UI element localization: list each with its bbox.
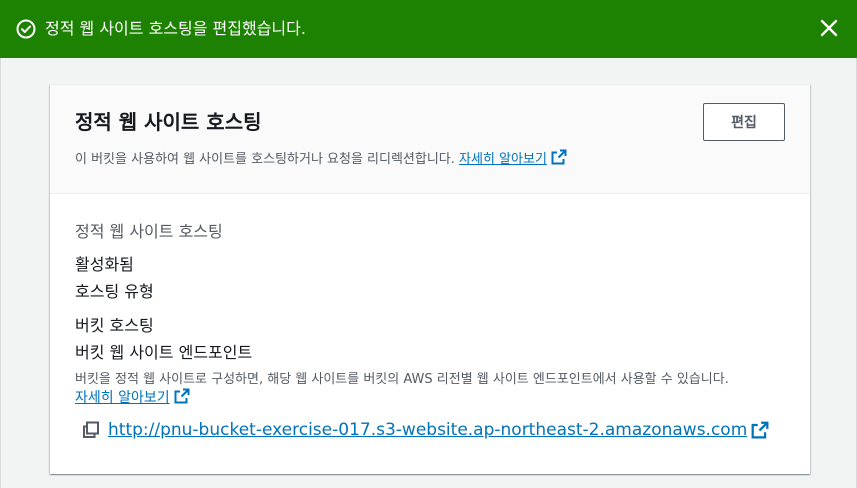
- left-divider: [0, 58, 1, 488]
- panel-title: 정적 웹 사이트 호스팅: [75, 110, 262, 134]
- learn-more-link[interactable]: 자세히 알아보기: [459, 152, 547, 167]
- endpoint-url-link[interactable]: http://pnu-bucket-exercise-017.s3-websit…: [108, 420, 747, 440]
- panel-description: 이 버킷을 사용하여 웹 사이트를 호스팅하거나 요청을 리디렉션합니다. 자세…: [75, 149, 567, 169]
- external-link-icon[interactable]: [551, 149, 567, 165]
- endpoint-label: 버킷 웹 사이트 엔드포인트: [75, 343, 253, 362]
- panel-description-text: 이 버킷을 사용하여 웹 사이트를 호스팅하거나 요청을 리디렉션합니다.: [75, 152, 455, 167]
- endpoint-learn-more-link[interactable]: 자세히 알아보기: [75, 390, 170, 406]
- learn-more-label: 자세히 알아보기: [459, 152, 547, 167]
- check-circle-icon: [16, 19, 36, 39]
- endpoint-url-row: http://pnu-bucket-exercise-017.s3-websit…: [82, 420, 769, 440]
- hosting-status-label: 정적 웹 사이트 호스팅: [75, 222, 223, 241]
- hosting-type-value: 버킷 호스팅: [75, 316, 154, 335]
- copy-icon[interactable]: [82, 421, 100, 439]
- close-icon[interactable]: [819, 18, 839, 38]
- edit-button[interactable]: 편집: [703, 103, 785, 141]
- external-link-icon[interactable]: [751, 421, 769, 439]
- success-flash-banner: 정적 웹 사이트 호스팅을 편집했습니다.: [0, 0, 857, 58]
- endpoint-learn-more-label: 자세히 알아보기: [75, 390, 170, 406]
- flash-message: 정적 웹 사이트 호스팅을 편집했습니다.: [45, 19, 306, 38]
- external-link-icon[interactable]: [174, 388, 190, 404]
- hosting-status-value: 활성화됨: [75, 255, 134, 274]
- endpoint-learn-more: 자세히 알아보기: [75, 387, 190, 407]
- panel-header: 정적 웹 사이트 호스팅 이 버킷을 사용하여 웹 사이트를 호스팅하거나 요청…: [50, 85, 810, 194]
- hosting-type-label: 호스팅 유형: [75, 282, 154, 301]
- static-website-hosting-panel: 정적 웹 사이트 호스팅 이 버킷을 사용하여 웹 사이트를 호스팅하거나 요청…: [50, 84, 810, 474]
- endpoint-help-text: 버킷을 정적 웹 사이트로 구성하면, 해당 웹 사이트를 버킷의 AWS 리전…: [75, 372, 729, 387]
